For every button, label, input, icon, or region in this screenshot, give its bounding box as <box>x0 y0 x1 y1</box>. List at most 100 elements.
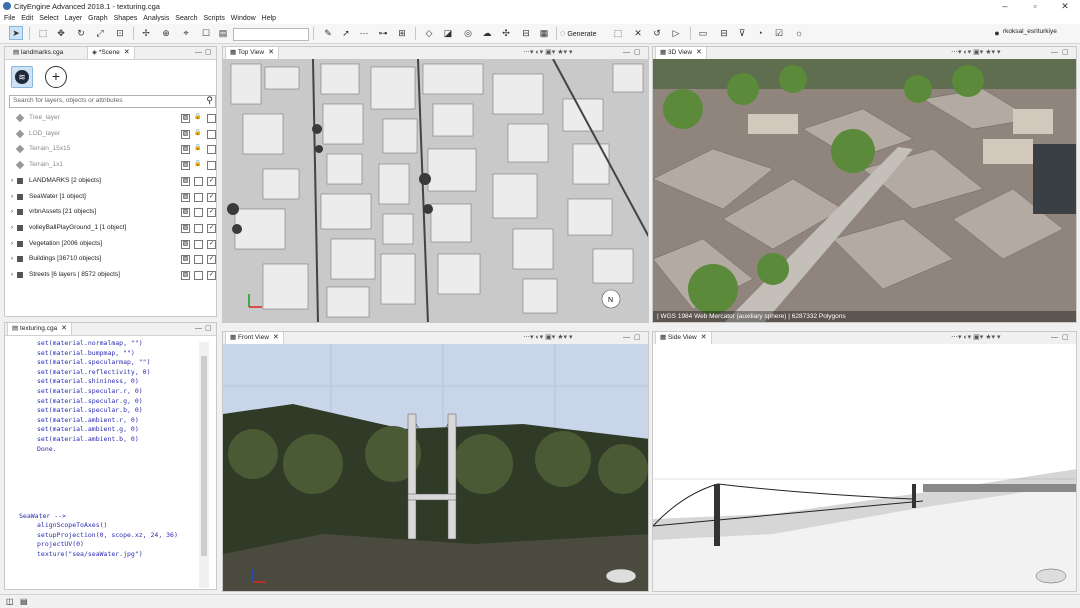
menu-file[interactable]: File <box>4 13 15 24</box>
layer-row[interactable]: › Streets [6 layers | 8572 objects] ▨ ✓ <box>11 268 216 282</box>
menu-window[interactable]: Window <box>231 13 256 24</box>
shading-toggle-icon[interactable]: ▨ <box>181 176 190 186</box>
visibility-checkbox[interactable] <box>207 161 216 171</box>
clean-icon[interactable]: ☁ <box>481 27 493 39</box>
draw-circle-icon[interactable]: ⊞ <box>396 27 408 39</box>
close-tab-icon[interactable]: ✕ <box>61 325 67 332</box>
draw-rect-icon[interactable]: ⊶ <box>377 27 389 39</box>
terrain-icon[interactable]: ◎ <box>462 27 474 39</box>
layer-row[interactable]: › volleyBallPlayGround_1 [1 object] ▨ ✓ <box>11 221 216 235</box>
expand-chevron-icon[interactable]: › <box>11 190 13 204</box>
regenerate-icon[interactable]: ⬚ <box>612 27 624 39</box>
expand-chevron-icon[interactable]: › <box>11 268 13 282</box>
shading-toggle-icon[interactable]: ▨ <box>181 255 190 265</box>
lock-toggle-icon[interactable]: 🔒 <box>194 114 201 121</box>
expand-chevron-icon[interactable]: › <box>11 205 13 219</box>
filter-icon[interactable]: ⊽ <box>736 27 748 39</box>
visibility-checkbox[interactable]: ✓ <box>207 239 216 249</box>
mesh-icon[interactable]: ◪ <box>442 27 454 39</box>
layer-row[interactable]: › SeaWater [1 object] ▨ ✓ <box>11 190 216 204</box>
minimize-panel-icon[interactable]: — <box>1051 333 1058 343</box>
shading-toggle-icon[interactable]: ▨ <box>181 145 190 155</box>
tab-3d-view[interactable]: ▦ 3D View ✕ <box>655 47 707 59</box>
layer-search-input[interactable]: Search for layers, objects or attributes… <box>9 95 216 108</box>
lock-toggle-icon[interactable] <box>194 192 203 202</box>
maximize-panel-icon[interactable]: ▢ <box>205 324 212 334</box>
visibility-checkbox[interactable]: ✓ <box>207 271 216 280</box>
layer-row[interactable]: LOD_layer ▨ 🔒 <box>11 127 216 141</box>
minimize-panel-icon[interactable]: — <box>623 333 630 343</box>
front-viewport[interactable] <box>223 344 648 591</box>
tab-side-view[interactable]: ▦ Side View ✕ <box>655 332 712 344</box>
undo-icon[interactable]: ↺ <box>651 27 663 39</box>
tab-top-view[interactable]: ▦ Top View ✕ <box>225 47 279 59</box>
lock-toggle-icon[interactable] <box>194 271 203 280</box>
visibility-checkbox[interactable] <box>207 145 216 155</box>
visibility-checkbox[interactable]: ✓ <box>207 255 216 265</box>
maximize-panel-icon[interactable]: ▢ <box>205 48 212 58</box>
rule-body[interactable]: alignScopeToAxes() setupProjection(0, sco… <box>37 521 178 559</box>
maximize-panel-icon[interactable]: ▢ <box>1062 333 1069 343</box>
layers-button[interactable]: ≋ <box>11 66 33 88</box>
bookmark-icon[interactable]: ☐ <box>200 27 212 39</box>
view-settings-icon[interactable]: ⋯▾ ◐▾ ▣▾ ★▾ ▾ <box>523 333 572 343</box>
visibility-checkbox[interactable] <box>207 114 216 123</box>
tab-texturing-cga[interactable]: ▤ texturing.cga ✕ <box>7 323 73 335</box>
tab-scene[interactable]: ◈ *Scene ✕ <box>87 47 135 59</box>
close-icon[interactable]: ✕ <box>1050 0 1080 13</box>
maximize-icon[interactable]: ▫ <box>1020 0 1050 13</box>
toolbar-input[interactable] <box>233 28 309 41</box>
lock-toggle-icon[interactable] <box>194 223 203 233</box>
view-split-icon[interactable]: ▭ <box>697 27 709 39</box>
shading-toggle-icon[interactable]: ▨ <box>181 192 190 202</box>
shading-toggle-icon[interactable]: ▨ <box>181 114 190 123</box>
menu-analysis[interactable]: Analysis <box>143 13 169 24</box>
layer-row[interactable]: › Buildings [36710 objects] ▨ ✓ <box>11 252 216 266</box>
close-tab-icon[interactable]: ✕ <box>273 334 279 341</box>
tab-front-view[interactable]: ▦ Front View ✕ <box>225 332 284 344</box>
menu-edit[interactable]: Edit <box>21 13 33 24</box>
view-settings-icon[interactable]: ⋯▾ ◐▾ ▣▾ ★▾ ▾ <box>951 48 1000 58</box>
visibility-checkbox[interactable]: ✓ <box>207 208 216 218</box>
tab-landmarks[interactable]: ▤ landmarks.cga <box>9 47 67 59</box>
menu-scripts[interactable]: Scripts <box>203 13 224 24</box>
lock-toggle-icon[interactable] <box>194 208 203 218</box>
play-icon[interactable]: ▷ <box>670 27 682 39</box>
status-icon-1[interactable]: ◫ <box>6 597 14 606</box>
menu-search[interactable]: Search <box>175 13 197 24</box>
layer-row[interactable]: Tree_layer ▨ 🔒 <box>11 111 216 125</box>
rect-select-icon[interactable]: ⬚ <box>37 27 49 39</box>
visibility-checkbox[interactable]: ✓ <box>207 223 216 233</box>
layer-row[interactable]: Terrain_15x15 ▨ 🔒 <box>11 142 216 156</box>
measure-icon[interactable]: ▤ <box>217 27 229 39</box>
side-viewport[interactable] <box>653 344 1076 591</box>
zoom-icon[interactable]: ⊕ <box>160 27 172 39</box>
lock-toggle-icon[interactable] <box>194 239 203 249</box>
minimize-icon[interactable]: – <box>990 0 1020 13</box>
shape-icon[interactable]: ◇ <box>423 27 435 39</box>
select-tool-icon[interactable]: ➤ <box>9 26 23 40</box>
draw-block-icon[interactable]: ➚ <box>340 27 352 39</box>
top-view-viewport[interactable]: N <box>223 59 648 322</box>
random-icon[interactable]: ✕ <box>632 27 644 39</box>
maximize-panel-icon[interactable]: ▢ <box>1062 48 1069 58</box>
view-layout-icon[interactable]: ⊟ <box>718 27 730 39</box>
scrollbar-thumb[interactable] <box>201 356 207 556</box>
close-tab-icon[interactable]: ✕ <box>124 49 130 56</box>
lock-toggle-icon[interactable]: 🔒 <box>194 130 201 137</box>
compass-icon[interactable]: ◔ <box>754 27 766 39</box>
layer-row[interactable]: Terrain_1x1 ▨ 🔒 <box>11 158 216 172</box>
minimize-panel-icon[interactable]: — <box>1051 48 1058 58</box>
shading-toggle-icon[interactable]: ▨ <box>181 271 190 280</box>
options-icon[interactable]: ▦ <box>538 27 550 39</box>
user-name[interactable]: rkoksal_esriturkiye <box>1003 28 1057 35</box>
status-icon-2[interactable]: ▤ <box>20 597 28 606</box>
minimize-panel-icon[interactable]: — <box>623 48 630 58</box>
minimize-panel-icon[interactable]: — <box>195 324 202 334</box>
maximize-panel-icon[interactable]: ▢ <box>634 48 641 58</box>
expand-chevron-icon[interactable]: › <box>11 252 13 266</box>
menu-graph[interactable]: Graph <box>88 13 107 24</box>
rotate-icon[interactable]: ↻ <box>75 27 87 39</box>
draw-poly-icon[interactable]: ⋯ <box>358 27 370 39</box>
graph-icon[interactable]: ✣ <box>500 27 512 39</box>
